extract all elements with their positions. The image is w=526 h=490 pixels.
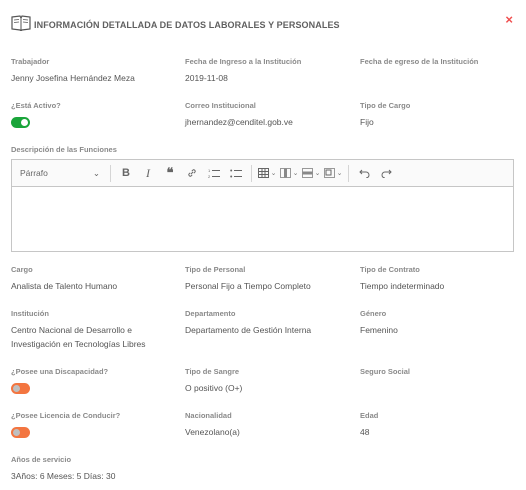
chevron-down-icon: ⌄ (314, 170, 321, 177)
chevron-down-icon: ⌄ (336, 170, 343, 177)
book-icon (11, 15, 31, 31)
correo-label: Correo Institucional (185, 101, 256, 110)
svg-text:1: 1 (208, 168, 211, 173)
toolbar-divider (348, 164, 349, 182)
tipo-sangre-value: O positivo (O+) (185, 383, 243, 393)
undo-icon[interactable] (354, 163, 374, 183)
toggle-knob (21, 119, 28, 126)
nacionalidad-value: Venezolano(a) (185, 427, 240, 437)
tipo-personal-label: Tipo de Personal (185, 265, 246, 274)
tipo-sangre-label: Tipo de Sangre (185, 367, 240, 376)
activo-toggle[interactable] (11, 117, 30, 128)
anos-servicio-value: 3Años: 6 Meses: 5 Días: 30 (11, 471, 116, 481)
chevron-down-icon: ⌄ (292, 170, 299, 177)
toggle-knob (13, 385, 20, 392)
tipo-personal-value: Personal Fijo a Tiempo Completo (185, 281, 311, 291)
bulleted-list-icon[interactable] (226, 163, 246, 183)
tipo-cargo-value: Fijo (360, 117, 374, 127)
anos-servicio-label: Años de servicio (11, 455, 72, 464)
link-icon[interactable] (182, 163, 202, 183)
close-icon[interactable]: × (505, 13, 513, 27)
edad-value: 48 (360, 427, 370, 437)
fecha-ingreso-label: Fecha de Ingreso a la Institución (185, 57, 302, 66)
toggle-knob (13, 429, 20, 436)
paragraph-format-value: Párrafo (20, 168, 48, 178)
tipo-contrato-value: Tiempo indeterminado (360, 281, 445, 291)
toolbar-divider (110, 164, 111, 182)
seguro-social-label: Seguro Social (360, 367, 411, 376)
table-column-icon[interactable]: ⌄ (279, 163, 299, 183)
correo-value: jhernandez@cenditel.gob.ve (185, 117, 293, 127)
rich-text-editor: Párrafo ⌄ B I ❝ 12 ⌄ ⌄ ⌄ ⌄ (11, 159, 514, 252)
fecha-ingreso-value: 2019-11-08 (185, 73, 228, 83)
cargo-label: Cargo (11, 265, 33, 274)
table-row-icon[interactable]: ⌄ (301, 163, 321, 183)
institucion-label: Institución (11, 309, 49, 318)
tipo-contrato-label: Tipo de Contrato (360, 265, 420, 274)
insert-table-icon[interactable]: ⌄ (257, 163, 277, 183)
toolbar-divider (251, 164, 252, 182)
tipo-cargo-label: Tipo de Cargo (360, 101, 411, 110)
paragraph-format-select[interactable]: Párrafo ⌄ (14, 163, 106, 183)
bold-icon[interactable]: B (116, 163, 136, 183)
departamento-value: Departamento de Gestión Interna (185, 325, 312, 335)
trabajador-value: Jenny Josefina Hernández Meza (11, 73, 135, 83)
edad-label: Edad (360, 411, 379, 420)
merge-cells-icon[interactable]: ⌄ (323, 163, 343, 183)
licencia-label: ¿Posee Licencia de Conducir? (11, 411, 121, 420)
nacionalidad-label: Nacionalidad (185, 411, 232, 420)
discapacidad-label: ¿Posee una Discapacidad? (11, 367, 109, 376)
modal-header: INFORMACIÓN DETALLADA DE DATOS LABORALES… (11, 12, 515, 34)
redo-icon[interactable] (376, 163, 396, 183)
discapacidad-toggle[interactable] (11, 383, 30, 394)
svg-text:2: 2 (208, 174, 211, 179)
genero-value: Femenino (360, 325, 398, 335)
cargo-value: Analista de Talento Humano (11, 281, 118, 291)
blockquote-icon[interactable]: ❝ (160, 163, 180, 183)
institucion-value: Centro Nacional de Desarrollo e Investig… (11, 325, 146, 349)
editor-toolbar: Párrafo ⌄ B I ❝ 12 ⌄ ⌄ ⌄ ⌄ (12, 160, 513, 187)
licencia-toggle[interactable] (11, 427, 30, 438)
numbered-list-icon[interactable]: 12 (204, 163, 224, 183)
chevron-down-icon: ⌄ (92, 167, 100, 178)
trabajador-label: Trabajador (11, 57, 50, 66)
departamento-label: Departamento (185, 309, 236, 318)
modal-title: INFORMACIÓN DETALLADA DE DATOS LABORALES… (34, 19, 340, 30)
genero-label: Género (360, 309, 387, 318)
chevron-down-icon: ⌄ (270, 170, 277, 177)
descripcion-label: Descripción de las Funciones (11, 145, 117, 154)
italic-icon[interactable]: I (138, 163, 158, 183)
fecha-egreso-label: Fecha de egreso de la Institución (360, 57, 479, 66)
editor-content-area[interactable] (12, 187, 513, 251)
activo-label: ¿Está Activo? (11, 101, 61, 110)
